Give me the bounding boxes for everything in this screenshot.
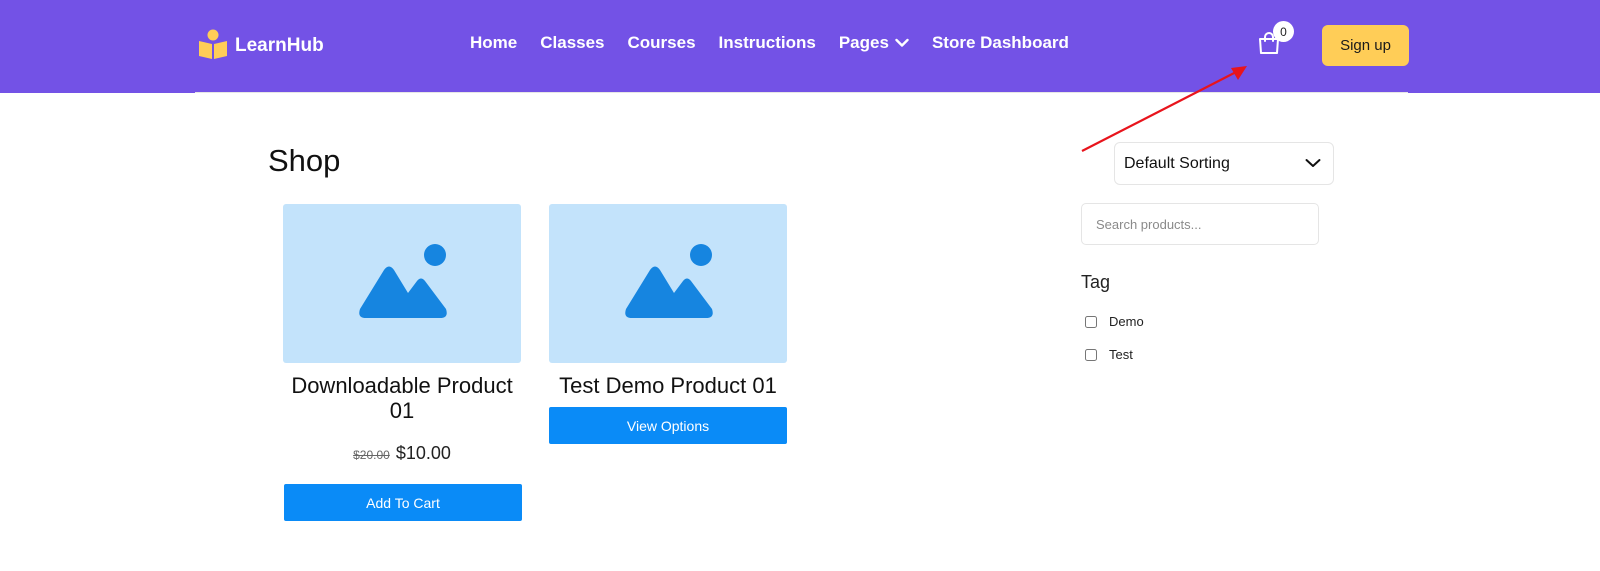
- tag-label: Test: [1109, 347, 1133, 362]
- product-card: Downloadable Product 01 $20.00 $10.00: [283, 204, 521, 464]
- cart-count-badge: 0: [1273, 21, 1294, 42]
- nav-item-classes[interactable]: Classes: [540, 33, 604, 53]
- image-placeholder-icon: [354, 243, 450, 324]
- image-placeholder-icon: [620, 243, 716, 324]
- chevron-down-icon: [895, 38, 909, 48]
- nav-label: Instructions: [718, 33, 816, 52]
- tag-option-demo[interactable]: Demo: [1085, 314, 1144, 329]
- nav-item-store-dashboard[interactable]: Store Dashboard: [932, 33, 1069, 53]
- shopping-bag-icon: [1256, 32, 1282, 60]
- sort-select[interactable]: Default Sorting: [1114, 142, 1334, 185]
- nav-label: Courses: [627, 33, 696, 52]
- price-sale: $10.00: [395, 443, 451, 463]
- nav-item-home[interactable]: Home: [470, 33, 517, 53]
- price-original: $20.00: [353, 448, 390, 462]
- search-products-input[interactable]: [1081, 203, 1319, 245]
- product-card: Test Demo Product 01: [549, 204, 787, 398]
- chevron-down-icon: [1305, 155, 1321, 173]
- view-options-button[interactable]: View Options: [549, 407, 787, 444]
- add-to-cart-button[interactable]: Add To Cart: [284, 484, 522, 521]
- tag-checkbox-test[interactable]: [1085, 348, 1097, 361]
- brand-name: LearnHub: [235, 35, 324, 56]
- product-title[interactable]: Downloadable Product 01: [283, 373, 521, 423]
- nav-label: Pages: [838, 33, 889, 52]
- sort-selected-value: Default Sorting: [1124, 154, 1230, 172]
- product-image-placeholder[interactable]: [283, 204, 521, 363]
- tag-label: Demo: [1109, 314, 1144, 329]
- nav-item-instructions[interactable]: Instructions: [719, 33, 816, 53]
- tag-heading: Tag: [1081, 272, 1111, 292]
- tag-checkbox-demo[interactable]: [1085, 315, 1097, 328]
- book-reader-icon: [197, 28, 229, 65]
- nav-item-pages[interactable]: Pages: [839, 33, 909, 53]
- brand-logo[interactable]: LearnHub: [197, 29, 324, 63]
- signup-button[interactable]: Sign up: [1322, 25, 1409, 66]
- main-nav: Home Classes Courses Instructions Pages …: [470, 33, 1069, 53]
- nav-label: Home: [470, 33, 518, 52]
- nav-label: Store Dashboard: [931, 33, 1069, 52]
- product-title[interactable]: Test Demo Product 01: [549, 373, 787, 398]
- tag-option-test[interactable]: Test: [1085, 347, 1133, 362]
- product-price: $20.00 $10.00: [283, 443, 521, 464]
- nav-item-courses[interactable]: Courses: [628, 33, 696, 53]
- page-title: Shop: [268, 143, 341, 178]
- nav-label: Classes: [540, 33, 605, 52]
- product-image-placeholder[interactable]: [549, 204, 787, 363]
